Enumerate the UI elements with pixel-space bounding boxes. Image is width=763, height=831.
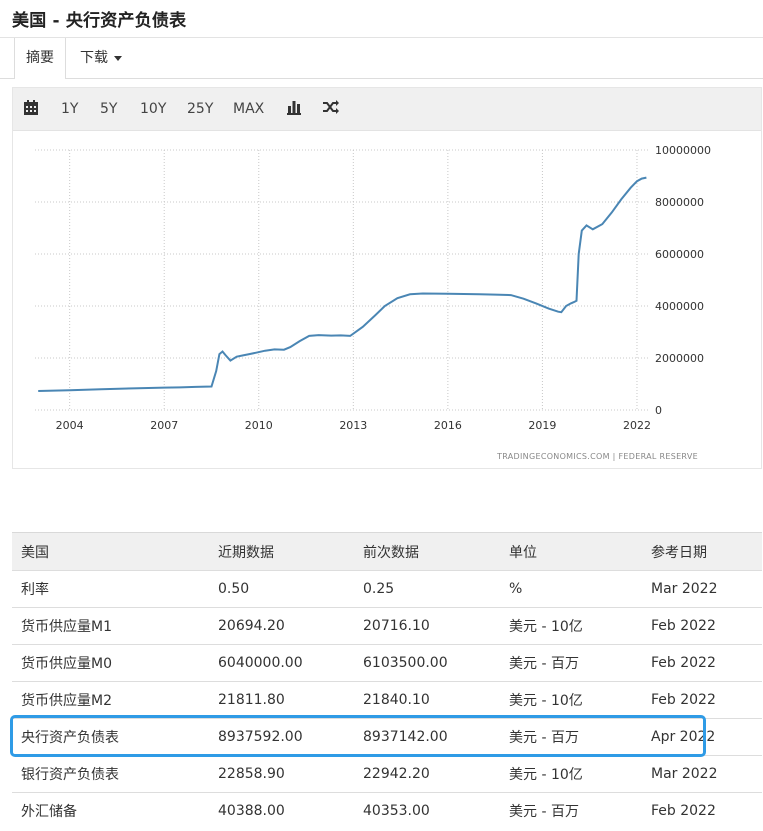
indicators-table: 美国 近期数据 前次数据 单位 参考日期 利率 0.50 0.25 % Mar … (12, 532, 762, 829)
row-indicator-link[interactable]: 货币供应量M0 (12, 644, 209, 682)
x-axis-ticks: 2004 2007 2010 2013 2016 2019 2022 (56, 419, 651, 432)
table-header-row: 美国 近期数据 前次数据 单位 参考日期 (12, 532, 762, 571)
row-unit: 美元 - 10亿 (500, 755, 642, 793)
row-unit: 美元 - 百万 (500, 718, 642, 756)
chart-grid (35, 149, 648, 411)
row-latest: 20694.20 (209, 607, 354, 645)
row-previous: 21840.10 (354, 681, 500, 719)
row-indicator-link[interactable]: 货币供应量M2 (12, 681, 209, 719)
table-row[interactable]: 货币供应量M0 6040000.00 6103500.00 美元 - 百万 Fe… (12, 644, 762, 682)
row-previous: 22942.20 (354, 755, 500, 793)
row-unit: % (500, 570, 642, 608)
row-latest: 22858.90 (209, 755, 354, 793)
chart-source: TRADINGECONOMICS.COM | FEDERAL RESERVE (496, 452, 698, 461)
chart-panel: 1Y 5Y 10Y 25Y MAX 0 2000000 4000000 6000000… (12, 87, 762, 469)
table-row[interactable]: 外汇储备 40388.00 40353.00 美元 - 百万 Feb 2022 (12, 792, 762, 829)
row-indicator-link[interactable]: 央行资产负债表 (12, 718, 209, 756)
row-previous: 6103500.00 (354, 644, 500, 682)
row-reference: Feb 2022 (642, 607, 762, 645)
row-reference: Feb 2022 (642, 792, 762, 829)
row-previous: 8937142.00 (354, 718, 500, 756)
header-previous: 前次数据 (354, 532, 500, 571)
row-unit: 美元 - 百万 (500, 792, 642, 829)
row-latest: 21811.80 (209, 681, 354, 719)
row-reference: Mar 2022 (642, 755, 762, 793)
header-country: 美国 (12, 532, 209, 571)
page-title: 美国 - 央行资产负债表 (12, 11, 187, 31)
row-reference: Feb 2022 (642, 681, 762, 719)
header-reference: 参考日期 (642, 532, 762, 571)
row-previous: 40353.00 (354, 792, 500, 829)
x-tick-label: 2022 (623, 419, 651, 432)
row-latest: 6040000.00 (209, 644, 354, 682)
row-reference: Apr 2022 (642, 718, 762, 756)
x-tick-label: 2016 (434, 419, 462, 432)
x-tick-label: 2019 (528, 419, 556, 432)
tab-bar: 摘要 下载 (0, 37, 763, 79)
caret-down-icon (114, 55, 122, 61)
x-tick-label: 2010 (245, 419, 273, 432)
y-tick-label: 2000000 (655, 352, 704, 365)
row-unit: 美元 - 10亿 (500, 607, 642, 645)
y-tick-label: 0 (655, 404, 662, 417)
x-tick-label: 2004 (56, 419, 84, 432)
y-tick-label: 6000000 (655, 248, 704, 261)
y-tick-label: 8000000 (655, 196, 704, 209)
balance-sheet-chart: 0 2000000 4000000 6000000 8000000 10000000 20… (35, 144, 711, 461)
row-latest: 8937592.00 (209, 718, 354, 756)
series-line (38, 176, 647, 392)
row-latest: 0.50 (209, 570, 354, 608)
x-tick-label: 2013 (339, 419, 367, 432)
row-latest: 40388.00 (209, 792, 354, 829)
table-row[interactable]: 货币供应量M1 20694.20 20716.10 美元 - 10亿 Feb 2… (12, 607, 762, 645)
row-reference: Mar 2022 (642, 570, 762, 608)
row-previous: 0.25 (354, 570, 500, 608)
row-indicator-link[interactable]: 银行资产负债表 (12, 755, 209, 793)
table-row[interactable]: 货币供应量M2 21811.80 21840.10 美元 - 10亿 Feb 2… (12, 681, 762, 719)
row-indicator-link[interactable]: 外汇储备 (12, 792, 209, 829)
y-tick-label: 4000000 (655, 300, 704, 313)
row-unit: 美元 - 10亿 (500, 681, 642, 719)
header-latest: 近期数据 (209, 532, 354, 571)
row-reference: Feb 2022 (642, 644, 762, 682)
x-tick-label: 2007 (150, 419, 178, 432)
table-row[interactable]: 利率 0.50 0.25 % Mar 2022 (12, 570, 762, 608)
row-indicator-link[interactable]: 货币供应量M1 (12, 607, 209, 645)
tab-summary[interactable]: 摘要 (14, 38, 66, 79)
y-tick-label: 10000000 (655, 144, 711, 157)
row-previous: 20716.10 (354, 607, 500, 645)
tab-download-label: 下载 (80, 50, 108, 66)
row-unit: 美元 - 百万 (500, 644, 642, 682)
row-indicator-link[interactable]: 利率 (12, 570, 209, 608)
table-row[interactable]: 银行资产负债表 22858.90 22942.20 美元 - 10亿 Mar 2… (12, 755, 762, 793)
header-unit: 单位 (500, 532, 642, 571)
table-row-highlighted[interactable]: 央行资产负债表 8937592.00 8937142.00 美元 - 百万 Ap… (12, 718, 762, 756)
y-axis-ticks: 0 2000000 4000000 6000000 8000000 10000000 (655, 144, 711, 417)
tab-download[interactable]: 下载 (80, 38, 122, 78)
